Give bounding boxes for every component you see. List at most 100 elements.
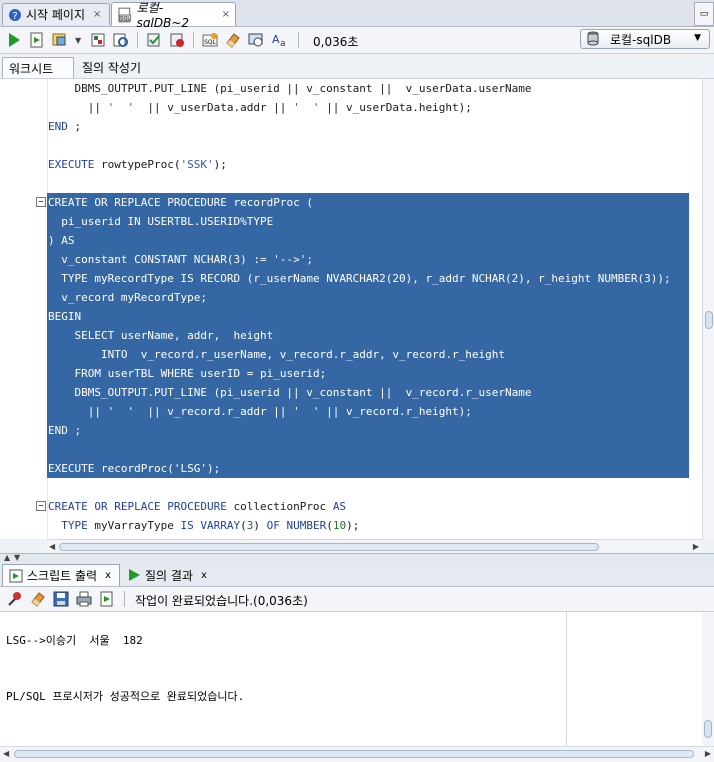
worksheet-subtab-bar: 워크시트 질의 작성기: [0, 54, 714, 79]
tab-label: 스크립트 출력: [27, 569, 98, 583]
close-icon[interactable]: x: [105, 570, 111, 581]
scrollbar-thumb[interactable]: [704, 720, 712, 738]
tab-query-builder[interactable]: 질의 작성기: [76, 57, 147, 78]
connection-select[interactable]: 로컬-sqlDB ▼: [580, 29, 710, 49]
code-line[interactable]: END ;: [48, 117, 81, 136]
code-line[interactable]: v_constant CONSTANT NCHAR(3) := '-->';: [48, 250, 313, 269]
document-tab-bar: ? 시작 페이지 × SQL 로컬-sqlDB~2 × ▭: [0, 0, 714, 30]
script-output-area[interactable]: LSG-->이승기 서울 182 PL/SQL 프로시저가 성공적으로 완료되었…: [0, 612, 703, 746]
autotrace-icon[interactable]: [51, 31, 69, 49]
toolbar-separator: [193, 32, 194, 48]
code-line[interactable]: || ' ' || v_record.r_addr || ' ' || v_re…: [48, 402, 472, 421]
rollback-icon[interactable]: [168, 31, 186, 49]
run-icon: [129, 569, 140, 581]
chevron-down-icon[interactable]: ▼: [75, 36, 81, 45]
close-icon[interactable]: x: [201, 570, 207, 581]
code-line[interactable]: CREATE OR REPLACE PROCEDURE recordProc (: [48, 193, 313, 212]
code-area[interactable]: DBMS_OUTPUT.PUT_LINE (pi_userid || v_con…: [0, 79, 702, 539]
sql-monitor-icon[interactable]: [247, 31, 265, 49]
to-upper-lower-icon[interactable]: Aa: [270, 31, 288, 49]
output-horizontal-scrollbar[interactable]: ◀ ▶: [0, 746, 714, 762]
scrollbar-thumb[interactable]: [59, 543, 599, 551]
selection-highlight: [47, 440, 689, 459]
sql-file-icon: SQL: [118, 7, 132, 22]
sql-editor[interactable]: DBMS_OUTPUT.PUT_LINE (pi_userid || v_con…: [0, 79, 702, 539]
clear-eraser-icon[interactable]: [29, 590, 47, 608]
code-line[interactable]: FROM userTBL WHERE userID = pi_userid;: [48, 364, 327, 383]
output-line: LSG-->이승기 서울 182: [6, 634, 143, 647]
run-script-icon[interactable]: [98, 590, 116, 608]
fold-toggle-icon[interactable]: −: [36, 197, 46, 207]
code-line[interactable]: TYPE myRecordType IS RECORD (r_userName …: [48, 269, 670, 288]
fold-toggle-icon[interactable]: −: [36, 501, 46, 511]
output-vertical-scrollbar[interactable]: [702, 612, 714, 746]
code-line[interactable]: EXECUTE rowtypeProc('SSK');: [48, 155, 227, 174]
tab-sql-worksheet[interactable]: SQL 로컬-sqlDB~2 ×: [111, 1, 236, 30]
code-line[interactable]: || ' ' || v_userData.addr || ' ' || v_us…: [48, 98, 472, 117]
scroll-left-icon[interactable]: ◀: [49, 542, 55, 551]
tab-label: 로컬-sqlDB~2: [136, 1, 190, 30]
output-status: 작업이 완료되었습니다.(0,036초): [135, 594, 308, 608]
scroll-right-icon[interactable]: ▶: [693, 542, 699, 551]
code-line[interactable]: TYPE myVarrayType IS VARRAY(3) OF NUMBER…: [48, 516, 359, 535]
print-icon[interactable]: [75, 590, 93, 608]
database-icon: [587, 31, 599, 46]
output-tab-bar: 스크립트 출력 x 질의 결과 x: [0, 562, 714, 587]
commit-icon[interactable]: [145, 31, 163, 49]
output-line: PL/SQL 프로시저가 성공적으로 완료되었습니다.: [6, 690, 245, 703]
selection-highlight: [47, 231, 689, 250]
scrollbar-thumb[interactable]: [14, 750, 694, 758]
selection-highlight: [47, 421, 689, 440]
code-line[interactable]: v_record myRecordType;: [48, 288, 207, 307]
tab-script-output[interactable]: 스크립트 출력 x: [2, 564, 120, 586]
sql-tuning-icon[interactable]: [112, 31, 130, 49]
scroll-left-icon[interactable]: ◀: [3, 749, 9, 758]
collapse-up-icon[interactable]: ▲: [4, 553, 10, 562]
svg-text:?: ?: [12, 11, 17, 22]
scroll-right-icon[interactable]: ▶: [705, 749, 711, 758]
connection-name: 로컬-sqlDB: [610, 32, 672, 47]
close-icon[interactable]: ×: [93, 9, 101, 20]
clear-eraser-icon[interactable]: [224, 31, 242, 49]
sql-history-icon[interactable]: SQL: [201, 31, 219, 49]
run-script-icon[interactable]: [28, 31, 46, 49]
worksheet-toolbar: ▼ SQL Aa 0,036초 로컬-sqlDB ▼: [0, 27, 714, 54]
restore-window-icon[interactable]: ▭: [694, 2, 714, 26]
help-icon: ?: [9, 8, 21, 22]
tab-label: 시작 페이지: [26, 8, 86, 22]
code-line[interactable]: END ;: [48, 421, 81, 440]
save-icon[interactable]: [52, 590, 70, 608]
tab-label: 워크시트: [9, 61, 54, 76]
svg-text:A: A: [272, 33, 280, 46]
explain-plan-icon[interactable]: [89, 31, 107, 49]
svg-text:SQL: SQL: [204, 39, 217, 46]
code-line[interactable]: INTO v_record.r_userName, v_record.r_add…: [48, 345, 505, 364]
code-line[interactable]: pi_userid IN USERTBL.USERID%TYPE: [48, 212, 273, 231]
editor-horizontal-scrollbar[interactable]: ◀ ▶: [47, 539, 702, 554]
tab-label: 질의 결과: [145, 568, 193, 583]
selection-highlight: [47, 307, 689, 326]
code-line[interactable]: CREATE OR REPLACE PROCEDURE collectionPr…: [48, 497, 346, 516]
tab-query-result[interactable]: 질의 결과 x: [121, 564, 213, 586]
svg-text:a: a: [280, 39, 286, 49]
collapse-down-icon[interactable]: ▼: [14, 553, 20, 562]
editor-vertical-scrollbar[interactable]: [702, 79, 714, 539]
code-line[interactable]: DBMS_OUTPUT.PUT_LINE (pi_userid || v_con…: [48, 383, 531, 402]
tab-worksheet[interactable]: 워크시트: [2, 57, 74, 78]
code-line[interactable]: SELECT userName, addr, height: [48, 326, 274, 345]
margin-marker: [566, 612, 567, 746]
code-line[interactable]: BEGIN: [48, 307, 81, 326]
pin-icon[interactable]: [6, 590, 24, 608]
close-icon[interactable]: ×: [222, 9, 230, 20]
toolbar-separator: [298, 32, 299, 48]
code-line[interactable]: DBMS_OUTPUT.PUT_LINE (pi_userid || v_con…: [48, 79, 531, 98]
elapsed-time: 0,036초: [313, 35, 359, 49]
svg-text:SQL: SQL: [120, 15, 130, 21]
tab-start-page[interactable]: ? 시작 페이지 ×: [2, 3, 110, 25]
chevron-down-icon: ▼: [694, 33, 701, 43]
scrollbar-thumb[interactable]: [705, 311, 713, 329]
code-line[interactable]: EXECUTE recordProc('LSG');: [48, 459, 220, 478]
code-line[interactable]: ) AS: [48, 231, 75, 250]
run-statement-icon[interactable]: [5, 31, 23, 49]
toolbar-separator: [124, 591, 125, 607]
